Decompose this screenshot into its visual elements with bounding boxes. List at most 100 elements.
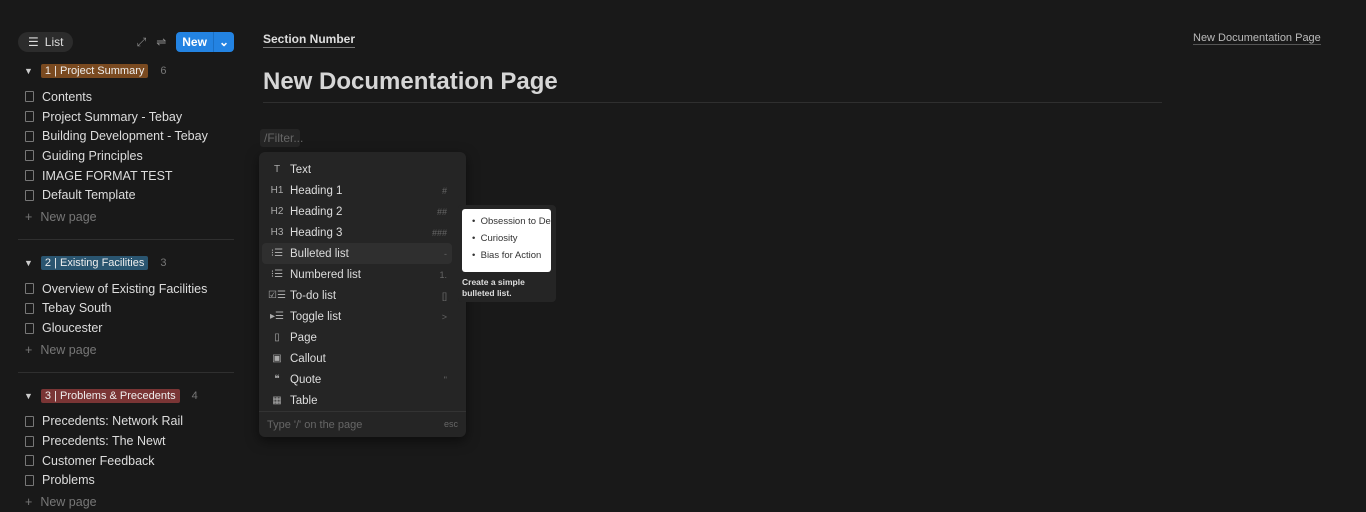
- page-item[interactable]: Project Summary - Tebay: [18, 107, 234, 127]
- menu-item-label: Heading 2: [290, 205, 343, 218]
- sidebar: ☰ List ⤢ ⇌ New ⌄ ▼ 1 | Project Summary 6 Co…: [18, 32, 234, 512]
- page-item-label: Project Summary - Tebay: [42, 109, 183, 124]
- collapse-triangle-icon[interactable]: ▼: [24, 66, 33, 76]
- page-item[interactable]: Overview of Existing Facilities: [18, 279, 234, 299]
- menu-item-shortcut: ": [443, 374, 447, 385]
- page-item-label: IMAGE FORMAT TEST: [42, 168, 173, 183]
- page-item-label: Contents: [42, 89, 93, 104]
- esc-hint[interactable]: esc: [444, 419, 458, 430]
- menu-item[interactable]: ▯ Page: [262, 327, 452, 348]
- collapse-triangle-icon[interactable]: ▼: [24, 258, 33, 268]
- menu-item-label: Heading 3: [290, 226, 343, 239]
- plus-icon: +: [25, 495, 33, 510]
- menu-hint: Type '/' on the page: [267, 419, 363, 431]
- menu-footer: Type '/' on the page esc: [259, 411, 466, 437]
- block-type-icon: ❝: [274, 374, 280, 385]
- page-item-label: Problems: [42, 473, 95, 488]
- new-button-label[interactable]: New: [176, 32, 213, 52]
- group-count: 4: [191, 389, 198, 402]
- menu-item[interactable]: H1 Heading 1 #: [262, 180, 452, 201]
- menu-item-label: Quote: [290, 373, 322, 386]
- page-item-label: Overview of Existing Facilities: [42, 281, 208, 296]
- page-header: Section Number New Documentation Page: [263, 30, 558, 96]
- preview-bullet: • Obsession to Detail: [472, 216, 551, 227]
- block-type-icon: ▸☰: [270, 311, 284, 322]
- block-type-icon: ▣: [272, 353, 282, 364]
- breadcrumb[interactable]: New Documentation Page: [1193, 32, 1321, 45]
- menu-item[interactable]: ▣ Callout: [262, 348, 452, 369]
- page-item-label: Building Development - Tebay: [42, 129, 208, 144]
- menu-item-label: Toggle list: [290, 310, 342, 323]
- menu-item[interactable]: ⁝☰ Bulleted list -: [262, 243, 452, 264]
- new-page-button[interactable]: + New page: [18, 207, 234, 227]
- page-item[interactable]: Guiding Principles: [18, 146, 234, 166]
- filter-settings-icon[interactable]: ⇌: [156, 35, 166, 49]
- menu-item-shortcut: ###: [431, 227, 447, 238]
- new-page-button[interactable]: + New page: [18, 492, 234, 512]
- page-item[interactable]: Tebay South: [18, 299, 234, 319]
- menu-item[interactable]: ⁝☰ Numbered list 1.: [262, 264, 452, 285]
- divider: [18, 371, 234, 373]
- divider: [263, 102, 1162, 103]
- page-item[interactable]: Contents: [18, 87, 234, 107]
- expand-icon[interactable]: ⤢: [137, 35, 147, 50]
- page-item[interactable]: Building Development - Tebay: [18, 126, 234, 146]
- page-item[interactable]: Gloucester: [18, 318, 234, 338]
- page-icon: [25, 91, 34, 103]
- block-type-icon: ▦: [272, 395, 282, 406]
- page-icon: [25, 435, 34, 447]
- page-icon: [25, 130, 34, 142]
- block-type-icon: H3: [270, 227, 284, 238]
- page-title[interactable]: New Documentation Page: [263, 68, 558, 96]
- menu-item[interactable]: ▸☰ Toggle list >: [262, 306, 452, 327]
- menu-item-label: Table: [290, 394, 318, 407]
- chevron-down-icon[interactable]: ⌄: [212, 32, 234, 52]
- menu-item-label: Heading 1: [290, 184, 343, 197]
- page-icon: [25, 170, 34, 182]
- new-page-button[interactable]: + New page: [18, 340, 234, 360]
- group: ▼ 2 | Existing Facilities 3 Overview of E…: [18, 254, 234, 373]
- menu-item-label: Page: [290, 331, 317, 344]
- new-button[interactable]: New ⌄: [176, 32, 234, 52]
- page-item[interactable]: Precedents: The Newt: [18, 431, 234, 451]
- page-item[interactable]: IMAGE FORMAT TEST: [18, 166, 234, 186]
- page-item[interactable]: Default Template: [18, 185, 234, 205]
- group-header[interactable]: ▼ 3 | Problems & Precedents 4: [18, 387, 234, 405]
- collapse-triangle-icon[interactable]: ▼: [24, 391, 33, 401]
- menu-item-label: To-do list: [290, 289, 337, 302]
- page-icon: [25, 415, 34, 427]
- page-item[interactable]: Problems: [18, 471, 234, 491]
- group-tag: 2 | Existing Facilities: [40, 255, 149, 270]
- section-number-property[interactable]: Section Number: [263, 32, 356, 48]
- block-type-icon: H2: [270, 206, 284, 217]
- menu-item[interactable]: H3 Heading 3 ###: [262, 222, 452, 243]
- group-tag: 1 | Project Summary: [40, 64, 149, 78]
- page-item[interactable]: Precedents: Network Rail: [18, 412, 234, 432]
- plus-icon: +: [25, 209, 33, 224]
- page-icon: [25, 455, 34, 467]
- group-header[interactable]: ▼ 2 | Existing Facilities 3: [18, 254, 234, 272]
- menu-item[interactable]: T Text: [262, 159, 452, 180]
- filter-input[interactable]: /Filter...: [260, 129, 303, 147]
- sidebar-toolbar: ☰ List ⤢ ⇌ New ⌄: [18, 32, 234, 52]
- preview-description: Create a simple bulleted list.: [462, 277, 525, 298]
- new-page-label: New page: [40, 209, 97, 224]
- group: ▼ 1 | Project Summary 6 Contents Project S…: [18, 62, 234, 240]
- preview-bullet: • Curiosity: [472, 233, 518, 244]
- block-type-icon: H1: [270, 185, 284, 196]
- page-item-label: Precedents: Network Rail: [42, 414, 184, 429]
- menu-item[interactable]: H2 Heading 2 ##: [262, 201, 452, 222]
- menu-item[interactable]: ▦ Table: [262, 390, 452, 411]
- block-type-icon: ⁝☰: [270, 269, 284, 280]
- page-icon: [25, 302, 34, 314]
- list-view-label: List: [44, 35, 64, 49]
- menu-item[interactable]: ❝ Quote ": [262, 369, 452, 390]
- page-item[interactable]: Customer Feedback: [18, 451, 234, 471]
- block-type-menu: T Text H1 Heading 1 # H2 Heading 2 ## H3 Heading …: [259, 152, 466, 437]
- list-view-button[interactable]: ☰ List: [18, 32, 74, 52]
- page-item-label: Gloucester: [42, 321, 103, 336]
- page-icon: [25, 283, 34, 295]
- group: ▼ 3 | Problems & Precedents 4 Precedents:…: [18, 387, 234, 512]
- menu-item[interactable]: ☑☰ To-do list []: [262, 285, 452, 306]
- group-header[interactable]: ▼ 1 | Project Summary 6: [18, 62, 234, 80]
